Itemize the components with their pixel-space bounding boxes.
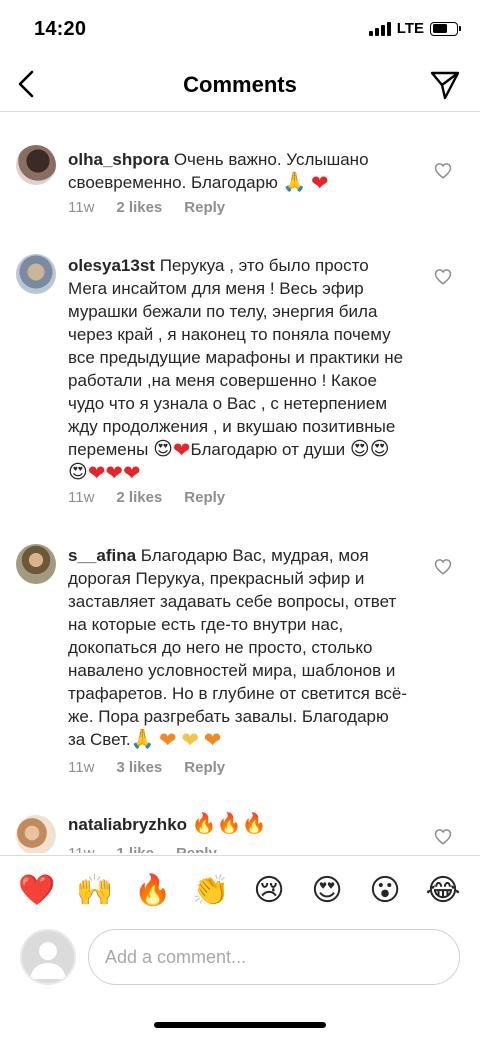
comment-username[interactable]: s__afina	[68, 546, 136, 565]
heart-emoji: ❤	[310, 172, 329, 195]
direct-share-button[interactable]	[428, 68, 462, 102]
comment-message: Перукуа , это было просто Мега инсайтом …	[68, 256, 404, 459]
network-label: LTE	[396, 20, 424, 37]
emoji-raised-hands-button[interactable]: 🙌	[74, 870, 116, 912]
like-button[interactable]	[434, 162, 452, 180]
status-indicators: LTE	[368, 20, 461, 37]
comment-meta: 11w 1 like Reply	[68, 845, 217, 853]
avatar[interactable]	[16, 254, 56, 294]
emoji-red-heart-button[interactable]: ❤️	[16, 870, 58, 912]
avatar[interactable]	[16, 544, 56, 584]
home-indicator[interactable]	[154, 1022, 326, 1028]
comment-meta: 11w 2 likes Reply	[68, 199, 225, 216]
orange-heart-emoji: ❤	[159, 729, 177, 752]
heart-emoji: ❤	[172, 439, 191, 462]
pray-emoji: 🙏	[282, 172, 307, 193]
comment-meta: 11w 3 likes Reply	[68, 759, 225, 776]
emoji-clapping-button[interactable]: 👏	[190, 870, 232, 912]
comment-text: nataliabryzhko 🔥🔥🔥	[68, 813, 408, 836]
emoji-heart-eyes-button[interactable]: 😍	[306, 870, 348, 912]
emoji-fire-button[interactable]: 🔥	[132, 870, 174, 912]
comment-username[interactable]: nataliabryzhko	[68, 815, 187, 834]
like-button[interactable]	[434, 558, 452, 576]
reply-button[interactable]: Reply	[176, 845, 217, 853]
heart-outline-icon	[434, 559, 452, 575]
comment-likes[interactable]: 1 like	[116, 845, 154, 853]
reply-button[interactable]: Reply	[184, 489, 225, 506]
comment-text: olesya13st Перукуа , это было просто Мег…	[68, 254, 408, 484]
comment-text: s__afina Благодарю Вас, мудрая, моя доро…	[68, 544, 408, 751]
comment-likes[interactable]: 3 likes	[116, 759, 162, 776]
heart-eyes-emoji: 😍	[153, 439, 173, 460]
heart-emoji: ❤❤❤	[87, 462, 141, 485]
comment-item: olha_shpora Очень важно. Услышано своевр…	[0, 113, 480, 233]
like-button[interactable]	[434, 268, 452, 286]
comment-age: 11w	[68, 759, 95, 776]
comment-likes[interactable]: 2 likes	[116, 489, 162, 506]
comment-likes[interactable]: 2 likes	[116, 199, 162, 216]
page-title: Comments	[183, 72, 297, 97]
comment-item: nataliabryzhko 🔥🔥🔥 11w 1 like Reply	[0, 788, 480, 853]
pray-emoji: 🙏	[130, 729, 155, 750]
reply-button[interactable]: Reply	[184, 759, 225, 776]
emoji-surprised-button[interactable]: 😮	[364, 870, 406, 912]
comment-message-end: Благодарю от души	[190, 440, 346, 459]
heart-outline-icon	[434, 163, 452, 179]
emoji-tears-of-joy-button[interactable]: 😂	[422, 870, 464, 912]
comment-item: olesya13st Перукуа , это было просто Мег…	[0, 233, 480, 513]
my-avatar	[20, 929, 76, 985]
signal-icon	[368, 21, 391, 36]
comment-age: 11w	[68, 199, 95, 216]
comment-message: Благодарю Вас, мудрая, моя дорогая Перук…	[68, 546, 408, 749]
heart-outline-icon	[434, 269, 452, 285]
comment-item: s__afina Благодарю Вас, мудрая, моя доро…	[0, 513, 480, 788]
battery-icon	[430, 21, 461, 36]
yellow-heart-emoji: ❤	[181, 729, 199, 752]
comment-composer	[0, 925, 480, 995]
comment-username[interactable]: olesya13st	[68, 256, 155, 275]
comment-text: olha_shpora Очень важно. Услышано своевр…	[68, 148, 408, 194]
comment-age: 11w	[68, 845, 94, 853]
comment-username[interactable]: olha_shpora	[68, 150, 169, 169]
reply-button[interactable]: Reply	[184, 199, 225, 216]
orange-heart-emoji: ❤	[203, 729, 222, 752]
comments-list: olha_shpora Очень важно. Услышано своевр…	[0, 113, 480, 853]
emoji-crying-button[interactable]: 😢	[248, 870, 290, 912]
heart-outline-icon	[434, 829, 452, 845]
avatar[interactable]	[16, 815, 56, 853]
comment-age: 11w	[68, 489, 95, 506]
status-time: 14:20	[34, 18, 87, 40]
comment-input[interactable]	[88, 929, 460, 985]
comment-meta: 11w 2 likes Reply	[68, 489, 225, 506]
like-button[interactable]	[434, 828, 452, 846]
paper-plane-icon	[430, 71, 460, 100]
default-user-icon	[30, 942, 66, 979]
header: Comments	[0, 60, 480, 112]
fire-emoji: 🔥🔥🔥	[191, 813, 267, 835]
status-bar: 14:20 LTE	[0, 0, 480, 60]
avatar[interactable]	[16, 145, 56, 185]
emoji-quick-bar: ❤️ 🙌 🔥 👏 😢 😍 😮 😂	[0, 855, 480, 925]
